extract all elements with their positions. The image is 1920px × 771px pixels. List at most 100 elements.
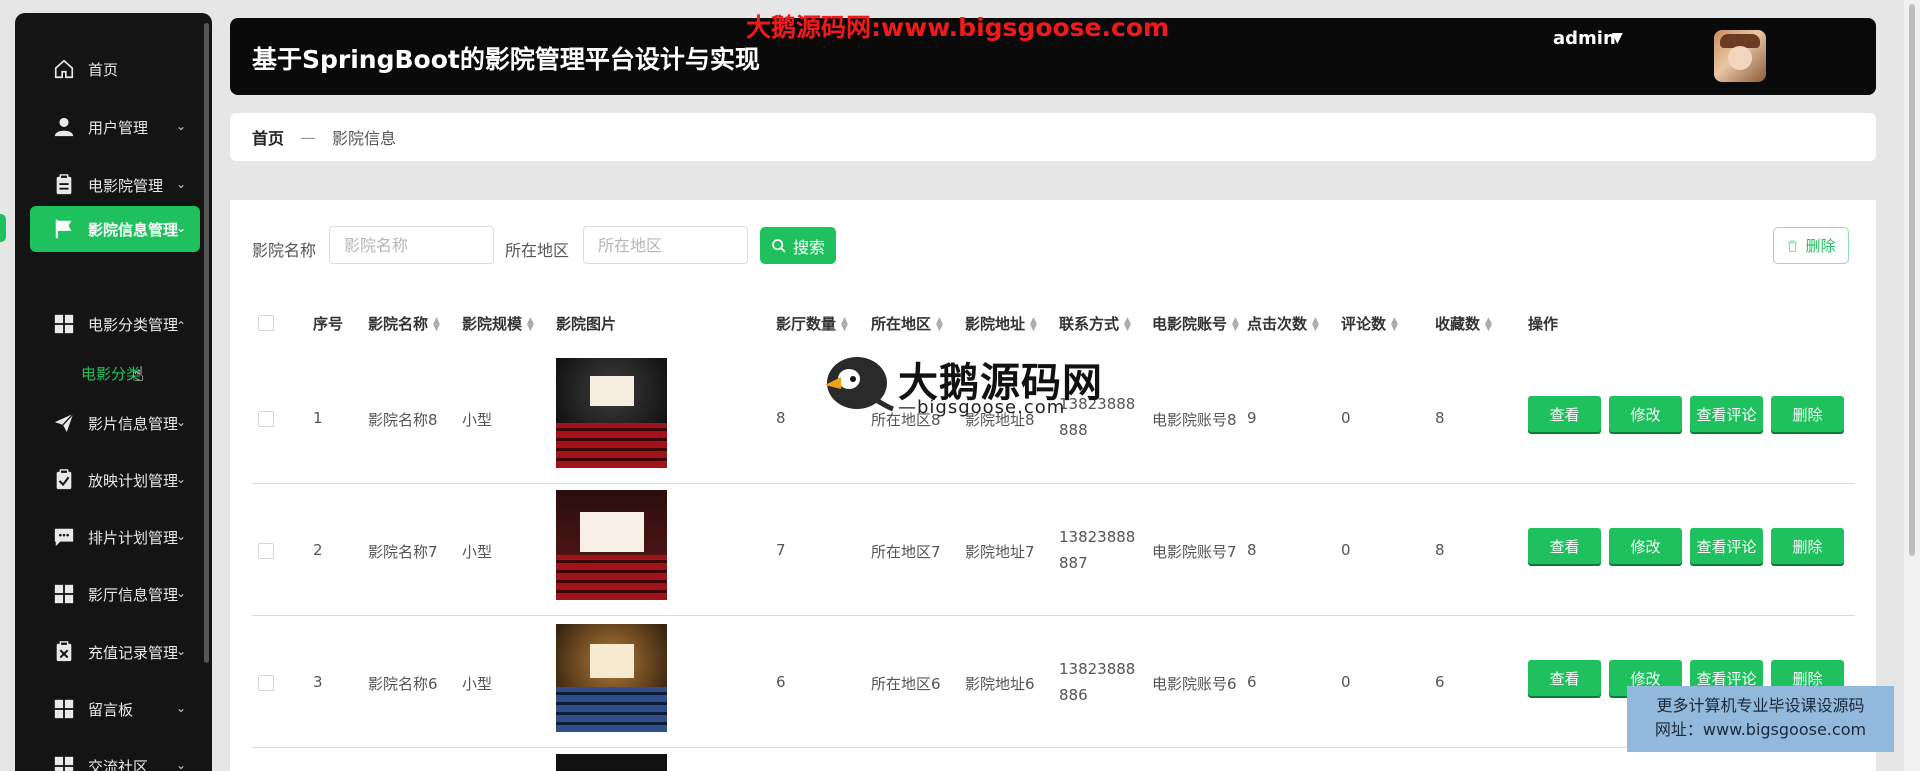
cell-halls: 8 (776, 409, 786, 427)
view-comments-button[interactable]: 查看评论 (1690, 396, 1763, 432)
column-header[interactable]: 影院名称 ▲ ▼ (368, 313, 440, 334)
promo-watermark: 更多计算机专业毕设课设源码 网址：www.bigsgoose.com (1627, 686, 1894, 752)
grid-icon (52, 312, 76, 336)
cell-comments: 0 (1341, 409, 1351, 427)
sort-icon: ▲ ▼ (1124, 315, 1131, 333)
home-icon (52, 57, 76, 81)
user-icon (52, 115, 76, 139)
row-divider (252, 483, 1855, 484)
cell-account: 电影院账号6 (1152, 675, 1237, 693)
caret-down-icon[interactable]: ▼ (1612, 30, 1623, 46)
cell-name: 影院名称6 (368, 675, 438, 693)
cell-clicks: 9 (1247, 409, 1257, 427)
clipboard-x-icon (52, 640, 76, 664)
user-menu-name[interactable]: admin (1553, 28, 1616, 49)
view-button[interactable]: 查看 (1528, 660, 1601, 696)
avatar[interactable] (1714, 30, 1766, 82)
region-search-input[interactable] (583, 226, 748, 264)
cell-name: 影院名称7 (368, 543, 438, 561)
cinema-image[interactable] (556, 490, 667, 600)
chevron-down-icon: ⌄ (175, 177, 186, 191)
cell-comments: 0 (1341, 541, 1351, 559)
view-comments-button[interactable]: 查看评论 (1690, 528, 1763, 564)
edit-button[interactable]: 修改 (1609, 396, 1682, 432)
message-icon (52, 525, 76, 549)
column-header: 序号 (313, 315, 344, 333)
sidebar-item-label: 首页 (88, 60, 119, 79)
cell-clicks: 6 (1247, 673, 1257, 691)
breadcrumb-separator: — (300, 127, 317, 147)
cinema-image[interactable] (556, 358, 667, 468)
row-checkbox[interactable] (258, 411, 274, 427)
cell-index: 1 (313, 409, 323, 427)
cell-favorites: 8 (1435, 409, 1445, 427)
column-header[interactable]: 点击次数 ▲ ▼ (1247, 313, 1319, 334)
sidebar-item-users[interactable]: 用户管理 ⌄ (30, 104, 200, 150)
sort-icon: ▲ ▼ (1232, 315, 1239, 333)
sidebar-item-screening-plan[interactable]: 放映计划管理 ⌄ (30, 457, 200, 503)
cinema-image[interactable] (556, 624, 667, 732)
chevron-down-icon: ⌄ (175, 415, 186, 429)
column-header[interactable]: 电影院账号 ▲ ▼ (1152, 313, 1239, 334)
sidebar-item-label: 排片计划管理 (88, 528, 179, 547)
trash-icon (1788, 240, 1798, 252)
search-button[interactable]: 搜索 (760, 227, 836, 264)
sidebar-item-hall-info[interactable]: 影厅信息管理 ⌄ (30, 571, 200, 617)
column-header[interactable]: 收藏数 ▲ ▼ (1435, 313, 1492, 334)
name-search-input[interactable] (329, 226, 494, 264)
chevron-down-icon: ⌄ (175, 644, 186, 658)
sidebar-item-label: 电影院管理 (88, 176, 164, 195)
delete-button[interactable]: 删除 (1771, 396, 1844, 432)
name-search-label: 影院名称 (252, 241, 317, 260)
column-header[interactable]: 影院规模 ▲ ▼ (462, 313, 534, 334)
sort-icon: ▲ ▼ (527, 315, 534, 333)
sort-icon: ▲ ▼ (841, 315, 848, 333)
cell-address: 影院地址6 (965, 675, 1035, 693)
sort-icon: ▲ ▼ (1391, 315, 1398, 333)
cinema-image[interactable] (556, 754, 667, 771)
column-header[interactable]: 评论数 ▲ ▼ (1341, 313, 1398, 334)
row-divider (252, 615, 1855, 616)
sidebar-item-recharge[interactable]: 充值记录管理 ⌄ (30, 629, 200, 675)
chevron-down-icon: ⌄ (175, 586, 186, 600)
page-scrollbar-thumb[interactable] (1909, 4, 1915, 556)
cell-scale: 小型 (462, 411, 493, 429)
sort-icon: ▲ ▼ (1485, 315, 1492, 333)
chevron-down-icon: ⌄ (175, 472, 186, 486)
sort-icon: ▲ ▼ (1312, 315, 1319, 333)
chevron-down-icon: ⌄ (175, 119, 186, 133)
edit-button[interactable]: 修改 (1609, 528, 1682, 564)
view-button[interactable]: 查看 (1528, 528, 1601, 564)
cell-account: 电影院账号7 (1152, 543, 1237, 561)
sidebar-item-cinemas[interactable]: 电影院管理 ⌄ (30, 162, 200, 208)
sort-icon: ▲ ▼ (1030, 315, 1037, 333)
column-header[interactable]: 影院地址 ▲ ▼ (965, 313, 1037, 334)
sidebar-scrollbar[interactable] (204, 23, 209, 663)
view-button[interactable]: 查看 (1528, 396, 1601, 432)
goose-logo-icon (825, 357, 894, 412)
sidebar-item-movie-category[interactable]: 电影分类管理 ⌃ (30, 301, 200, 347)
search-button-label: 搜索 (792, 237, 825, 257)
row-checkbox[interactable] (258, 543, 274, 559)
search-icon (772, 238, 786, 253)
batch-delete-button[interactable]: 删除 (1773, 227, 1849, 264)
row-checkbox[interactable] (258, 675, 274, 691)
sidebar-item-movie-info[interactable]: 影片信息管理 ⌄ (30, 400, 200, 446)
sidebar-item-community[interactable]: 交流社区 ⌄ (30, 743, 200, 771)
sidebar-item-schedule-plan[interactable]: 排片计划管理 ⌄ (30, 514, 200, 560)
breadcrumb: 首页 — 影院信息 (230, 113, 1876, 161)
breadcrumb-current: 影院信息 (332, 129, 397, 148)
breadcrumb-home[interactable]: 首页 (252, 125, 284, 149)
column-header[interactable]: 影厅数量 ▲ ▼ (776, 313, 848, 334)
select-all-checkbox[interactable] (258, 315, 274, 331)
column-header[interactable]: 联系方式 ▲ ▼ (1059, 313, 1131, 334)
sidebar-item-cinema-info[interactable]: 影院信息管理 ⌄ (30, 206, 200, 252)
column-header[interactable]: 所在地区 ▲ ▼ (871, 313, 943, 334)
sidebar-item-home[interactable]: 首页 (30, 46, 200, 92)
page-title: 基于SpringBoot的影院管理平台设计与实现 (252, 45, 760, 74)
sidebar-item-message-board[interactable]: 留言板 ⌄ (30, 686, 200, 732)
page-scrollbar[interactable] (1904, 0, 1920, 771)
flag-icon (52, 217, 76, 241)
delete-button[interactable]: 删除 (1771, 528, 1844, 564)
watermark-logo-subtext: —bigsgoose.com (898, 397, 1066, 418)
